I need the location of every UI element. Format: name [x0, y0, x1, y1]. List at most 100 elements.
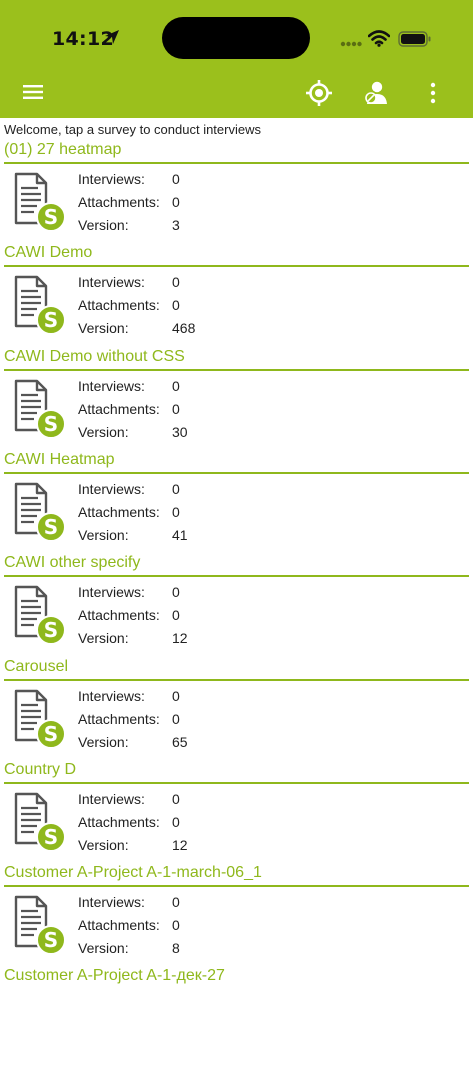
- attachments-value: 0: [172, 607, 180, 624]
- survey-item[interactable]: CAWI other specify S Interviews: 0 Attac…: [0, 554, 473, 657]
- attachments-label: Attachments:: [78, 917, 160, 934]
- survey-item[interactable]: Country D S Interviews: 0 Attachments: 0…: [0, 761, 473, 864]
- attachments-label: Attachments:: [78, 710, 160, 727]
- interviews-label: Interviews:: [78, 480, 145, 497]
- version-label: Version:: [78, 320, 129, 337]
- version-value: 3: [172, 217, 180, 233]
- interviews-value: 0: [172, 171, 180, 187]
- survey-item[interactable]: (01) 27 heatmap S Interviews: 0 Attachme…: [0, 141, 473, 244]
- survey-title: CAWI Heatmap: [4, 450, 115, 468]
- svg-text:S: S: [44, 825, 58, 849]
- svg-text:S: S: [44, 618, 58, 642]
- survey-document-icon: S: [14, 689, 66, 749]
- survey-item[interactable]: Customer A-Project A-1-march-06_1 S Inte…: [0, 864, 473, 967]
- cellular-signal-icon: [340, 41, 362, 47]
- survey-title: Carousel: [4, 657, 69, 675]
- interviews-label: Interviews:: [78, 687, 145, 704]
- survey-item[interactable]: CAWI Demo without CSS S Interviews: 0 At…: [0, 348, 473, 451]
- survey-divider: [4, 885, 469, 888]
- interviews-value: 0: [172, 377, 180, 394]
- version-value: 12: [172, 630, 188, 647]
- interviews-value: 0: [172, 894, 180, 911]
- survey-item[interactable]: Carousel S Interviews: 0 Attachments: 0 …: [0, 658, 473, 761]
- interviews-label: Interviews:: [78, 584, 145, 601]
- survey-divider: [4, 781, 469, 784]
- attachments-label: Attachments:: [78, 297, 160, 314]
- version-label: Version:: [78, 423, 129, 440]
- survey-document-icon: S: [14, 172, 66, 232]
- version-label: Version:: [78, 630, 129, 647]
- svg-text:S: S: [44, 515, 58, 539]
- survey-title: (01) 27 heatmap: [4, 141, 122, 158]
- attachments-value: 0: [172, 194, 180, 210]
- interviews-value: 0: [172, 274, 180, 291]
- version-label: Version:: [78, 217, 129, 233]
- survey-title: Customer A-Project A-1-дек-27: [4, 967, 225, 985]
- survey-title: Country D: [4, 760, 77, 778]
- version-label: Version:: [78, 836, 129, 853]
- attachments-label: Attachments:: [78, 813, 160, 830]
- survey-title: Customer A-Project A-1-march-06_1: [4, 864, 262, 882]
- attachments-value: 0: [172, 400, 180, 417]
- interviews-value: 0: [172, 584, 180, 601]
- survey-title: CAWI Demo: [4, 244, 93, 262]
- interviews-label: Interviews:: [78, 894, 145, 911]
- attachments-value: 0: [172, 503, 180, 520]
- survey-item[interactable]: Customer A-Project A-1-дек-27: [0, 967, 473, 1070]
- survey-title: CAWI other specify: [4, 554, 141, 572]
- version-value: 468: [172, 320, 196, 337]
- version-value: 8: [172, 940, 180, 957]
- interviews-label: Interviews:: [78, 274, 145, 291]
- dynamic-island: [162, 17, 310, 59]
- svg-text:S: S: [44, 928, 58, 952]
- interviews-label: Interviews:: [78, 171, 145, 187]
- version-label: Version:: [78, 526, 129, 543]
- survey-document-icon: S: [14, 379, 66, 439]
- svg-text:S: S: [44, 722, 58, 746]
- interviews-value: 0: [172, 790, 180, 807]
- survey-divider: [4, 265, 469, 268]
- location-target-icon[interactable]: [305, 79, 333, 107]
- survey-item[interactable]: CAWI Demo S Interviews: 0 Attachments: 0…: [0, 244, 473, 347]
- attachments-value: 0: [172, 917, 180, 934]
- version-value: 12: [172, 836, 188, 853]
- user-status-icon[interactable]: [362, 79, 390, 107]
- attachments-label: Attachments:: [78, 503, 160, 520]
- version-label: Version:: [78, 733, 129, 750]
- battery-icon: [398, 31, 431, 47]
- svg-text:S: S: [44, 308, 58, 332]
- attachments-label: Attachments:: [78, 400, 160, 417]
- version-value: 65: [172, 733, 188, 750]
- hamburger-menu-icon[interactable]: [22, 83, 44, 101]
- attachments-label: Attachments:: [78, 194, 160, 210]
- survey-divider: [4, 678, 469, 681]
- survey-divider: [4, 471, 469, 474]
- interviews-label: Interviews:: [78, 377, 145, 394]
- survey-item[interactable]: CAWI Heatmap S Interviews: 0 Attachments…: [0, 451, 473, 554]
- attachments-value: 0: [172, 297, 180, 314]
- interviews-value: 0: [172, 480, 180, 497]
- survey-document-icon: S: [14, 895, 66, 956]
- version-value: 41: [172, 526, 188, 543]
- survey-document-icon: S: [14, 276, 66, 336]
- svg-text:S: S: [44, 412, 58, 436]
- interviews-label: Interviews:: [78, 790, 145, 807]
- survey-document-icon: S: [14, 585, 66, 646]
- survey-divider: [4, 162, 469, 164]
- interviews-value: 0: [172, 687, 180, 704]
- survey-divider: [4, 368, 469, 371]
- welcome-message: Welcome, tap a survey to conduct intervi…: [4, 122, 261, 137]
- attachments-value: 0: [172, 813, 180, 830]
- attachments-label: Attachments:: [78, 607, 160, 624]
- status-bar: 14:12: [0, 0, 473, 70]
- wifi-icon: [368, 30, 390, 47]
- survey-document-icon: S: [14, 792, 66, 852]
- attachments-value: 0: [172, 710, 180, 727]
- version-value: 30: [172, 423, 188, 440]
- location-arrow-icon: [105, 30, 119, 44]
- survey-title: CAWI Demo without CSS: [4, 347, 185, 365]
- more-vertical-icon[interactable]: [425, 81, 441, 105]
- survey-divider: [4, 575, 469, 578]
- version-label: Version:: [78, 940, 129, 957]
- svg-text:S: S: [44, 205, 58, 229]
